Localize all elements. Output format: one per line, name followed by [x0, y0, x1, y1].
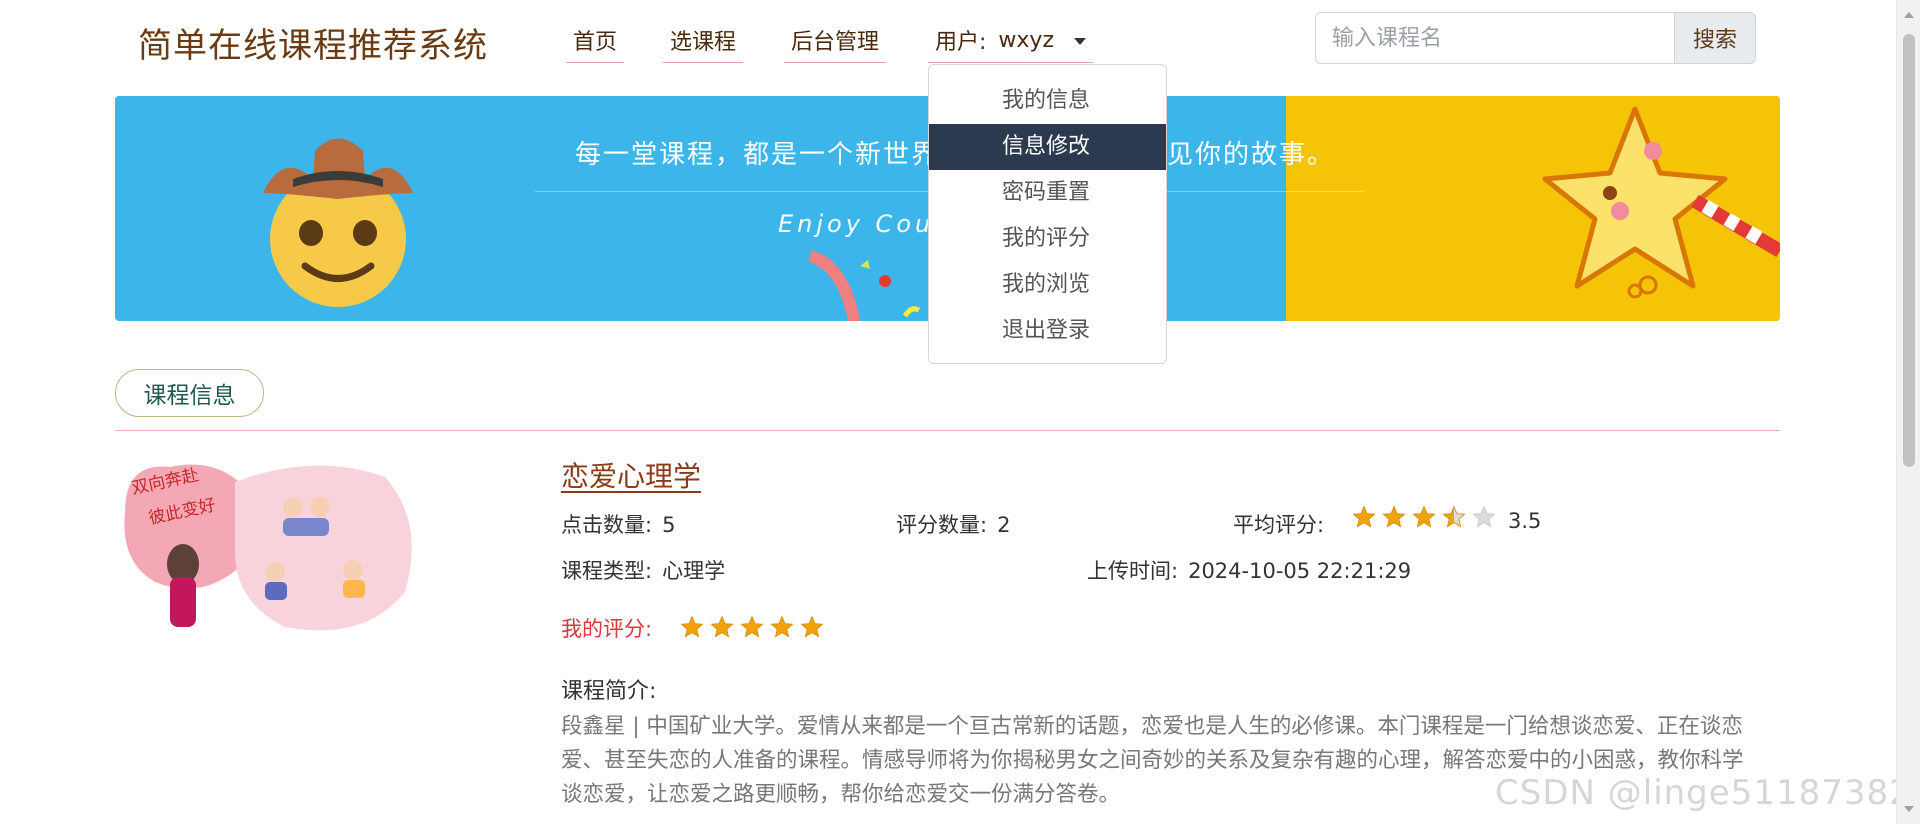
avg-rating-value: 3.5: [1508, 509, 1542, 533]
nav-courses[interactable]: 选课程: [663, 24, 744, 63]
user-label: 用户:: [935, 30, 987, 55]
my-rating-label: 我的评分:: [561, 617, 653, 641]
username: wxyz: [998, 27, 1055, 53]
my-rating-star-icon[interactable]: [710, 615, 734, 639]
section-divider: [115, 430, 1780, 431]
avg-rating-star-icon: [1442, 505, 1466, 528]
avg-rating-star-icon: [1382, 505, 1406, 528]
scroll-up-icon[interactable]: [1904, 12, 1914, 18]
my-rating-star-icon[interactable]: [740, 615, 764, 639]
banner-english-text: Enjoy Cour: [778, 210, 949, 238]
description-label: 课程简介:: [561, 679, 657, 704]
menu-item-logout[interactable]: 退出登录: [929, 308, 1166, 354]
nav-home[interactable]: 首页: [566, 24, 625, 63]
menu-item-my-ratings[interactable]: 我的评分: [929, 216, 1166, 262]
brand-title[interactable]: 简单在线课程推荐系统: [138, 18, 488, 67]
scrollbar-thumb[interactable]: [1903, 34, 1915, 467]
avg-rating-star-icon: [1412, 505, 1436, 528]
course-title-link[interactable]: 恋爱心理学: [561, 455, 701, 495]
my-rating-stars[interactable]: [680, 615, 824, 639]
nav-user-menu[interactable]: 用户: wxyz: [928, 24, 1094, 63]
star-character-icon: [1542, 106, 1780, 299]
menu-item-edit-info[interactable]: 信息修改: [929, 124, 1166, 170]
ratings-count-meta: 评分数量: 2: [896, 513, 1011, 537]
menu-item-my-history[interactable]: 我的浏览: [929, 262, 1166, 308]
vertical-scrollbar[interactable]: [1896, 0, 1920, 824]
avg-rating-star-icon: [1352, 505, 1376, 528]
avg-rating-stars: [1352, 505, 1496, 529]
caret-down-icon: [1074, 38, 1087, 45]
upload-time-meta: 上传时间: 2024-10-05 22:21:29: [1087, 559, 1412, 583]
nav-admin[interactable]: 后台管理: [784, 24, 887, 63]
course-type-meta: 课程类型: 心理学: [561, 559, 726, 583]
search-input[interactable]: [1315, 12, 1676, 64]
my-rating-star-icon[interactable]: [770, 615, 794, 639]
my-rating-star-icon[interactable]: [800, 615, 824, 639]
cowboy-emoji-icon: [263, 138, 413, 307]
search-button[interactable]: 搜索: [1674, 12, 1756, 64]
menu-item-my-info[interactable]: 我的信息: [929, 78, 1166, 124]
scroll-down-icon[interactable]: [1904, 806, 1914, 812]
avg-rating-label: 平均评分:: [1233, 513, 1325, 537]
avg-rating-star-icon: [1472, 505, 1496, 528]
course-cover-image[interactable]: 双向奔赴 彼此变好: [115, 452, 415, 642]
watermark-text: CSDN @linge511873822: [1495, 773, 1920, 813]
menu-item-reset-password[interactable]: 密码重置: [929, 170, 1166, 216]
my-rating-star-icon[interactable]: [680, 615, 704, 639]
section-label-course-info: 课程信息: [115, 369, 264, 417]
user-dropdown-menu: 我的信息 信息修改 密码重置 我的评分 我的浏览 退出登录: [928, 64, 1167, 364]
clicks-meta: 点击数量: 5: [561, 513, 676, 537]
confetti-icon: [807, 250, 921, 321]
